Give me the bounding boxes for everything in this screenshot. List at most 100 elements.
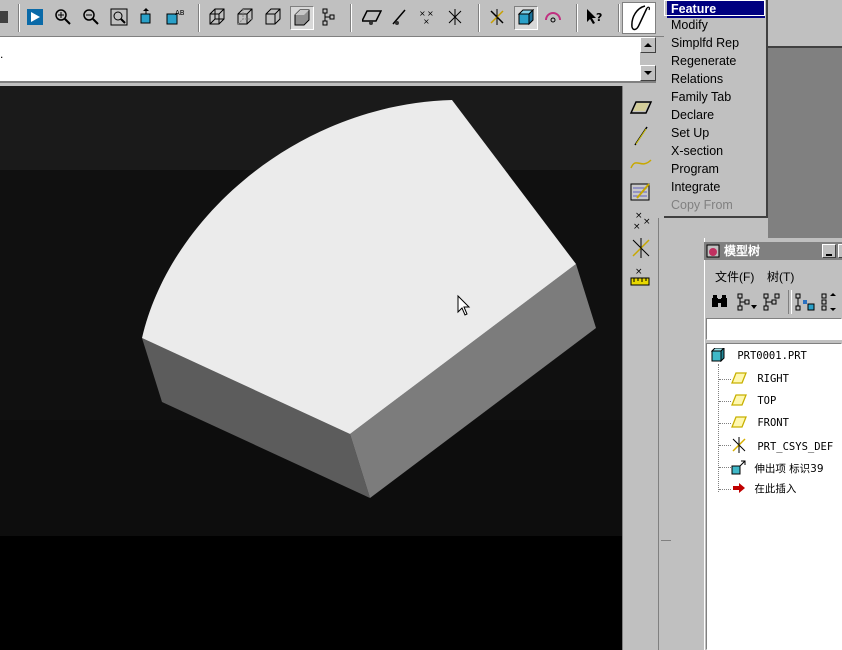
expand-collapse-icon[interactable] xyxy=(820,292,840,312)
toolbar-separator xyxy=(18,4,20,32)
model-tree-title: 模型树 xyxy=(724,244,761,258)
tree-connector xyxy=(718,364,719,492)
menu-item-set-up[interactable]: Set Up xyxy=(667,124,765,142)
datum-plane-icon xyxy=(731,372,747,384)
tree-connector xyxy=(719,401,731,402)
tree-settings-icon[interactable] xyxy=(736,292,758,312)
svg-text:AB: AB xyxy=(175,9,184,17)
message-text: . xyxy=(0,47,4,61)
tree-node-right[interactable]: RIGHT xyxy=(731,371,789,387)
insert-here-icon xyxy=(733,483,745,493)
datum-toolbar: × × × × xyxy=(622,86,658,650)
tree-node-root[interactable]: PRT0001.PRT xyxy=(710,346,807,364)
menu-item-relations[interactable]: Relations xyxy=(667,70,765,88)
datum-axes-icon[interactable] xyxy=(388,6,412,30)
svg-text:×: × xyxy=(635,267,643,277)
model-tree-icon[interactable] xyxy=(318,6,342,30)
model-tree-menubar: 文件(F) 树(T) xyxy=(704,264,842,286)
partial-toolbar-button[interactable] xyxy=(0,6,16,30)
menu-manager: Feature Modify Simplfd Rep Regenerate Re… xyxy=(664,0,768,218)
tree-connector xyxy=(719,445,731,446)
csys-icon xyxy=(732,437,746,453)
menu-item-simplfd-rep[interactable]: Simplfd Rep xyxy=(667,34,765,52)
maximize-button[interactable] xyxy=(838,244,842,258)
find-binoculars-icon[interactable] xyxy=(710,292,730,312)
analysis-tool-icon[interactable]: × xyxy=(629,264,653,288)
show-columns-icon[interactable] xyxy=(762,292,782,312)
tree-connector xyxy=(719,467,731,468)
wireframe-icon[interactable] xyxy=(206,6,230,30)
menu-item-family-tab[interactable]: Family Tab xyxy=(667,88,765,106)
tree-filter-icon[interactable] xyxy=(794,292,816,312)
tree-node-insert-here[interactable]: 在此插入 xyxy=(731,481,796,497)
spin-center-icon[interactable] xyxy=(486,6,510,30)
coordinate-systems-icon[interactable] xyxy=(444,6,468,30)
saved-views-icon[interactable]: AB xyxy=(164,6,188,30)
datum-curve-tool-icon[interactable] xyxy=(629,152,653,176)
datum-point-tool-icon[interactable]: × × × xyxy=(629,208,653,232)
svg-text:×: × xyxy=(633,222,641,232)
protrusion-icon xyxy=(731,460,746,475)
spin-box-icon[interactable] xyxy=(514,6,538,30)
toolbar-separator xyxy=(618,4,620,32)
svg-text:?: ? xyxy=(596,11,602,24)
pro-engineer-logo xyxy=(622,2,656,34)
toolbar-separator xyxy=(576,4,578,32)
tree-connector xyxy=(719,489,731,490)
coordinate-system-tool-icon[interactable] xyxy=(629,236,653,260)
model-tree-app-icon xyxy=(706,243,722,264)
refit-icon[interactable] xyxy=(108,6,132,30)
scroll-up-button[interactable] xyxy=(640,37,656,53)
zoom-out-icon[interactable] xyxy=(80,6,104,30)
model-tree-titlebar[interactable]: 模型树 xyxy=(704,242,842,260)
datum-plane-icon xyxy=(731,394,747,406)
message-area: . xyxy=(0,37,656,83)
hidden-line-icon[interactable] xyxy=(234,6,258,30)
shading-icon[interactable] xyxy=(290,6,314,30)
menu-tree[interactable]: 树(T) xyxy=(767,268,794,285)
background-panel xyxy=(768,48,842,238)
datum-axis-tool-icon[interactable] xyxy=(629,124,653,148)
model-tree-search-field[interactable] xyxy=(706,318,842,340)
tree-node-front[interactable]: FRONT xyxy=(731,415,789,431)
tree-connector xyxy=(719,379,731,380)
svg-text:×: × xyxy=(635,211,643,221)
zoom-in-icon[interactable] xyxy=(52,6,76,30)
regenerate-icon[interactable] xyxy=(24,6,48,30)
panel-divider xyxy=(768,46,842,48)
orient-icon[interactable] xyxy=(136,6,160,30)
datum-points-icon[interactable]: × × × xyxy=(416,6,440,30)
model-tree-toolbar xyxy=(704,288,842,316)
sketch-tool-icon[interactable] xyxy=(629,180,653,204)
toolbar-separator xyxy=(350,4,352,32)
menu-item-x-section[interactable]: X-section xyxy=(667,142,765,160)
graphics-window[interactable] xyxy=(0,86,622,650)
menu-item-program[interactable]: Program xyxy=(667,160,765,178)
toolbar-separator xyxy=(198,4,200,32)
model-viewport[interactable] xyxy=(0,86,622,650)
datum-planes-icon[interactable] xyxy=(360,6,384,30)
tree-node-csys[interactable]: PRT_CSYS_DEF xyxy=(731,437,833,453)
menu-item-regenerate[interactable]: Regenerate xyxy=(667,52,765,70)
toolbar-separator xyxy=(478,4,480,32)
svg-text:×: × xyxy=(423,17,430,26)
context-help-icon[interactable]: ? xyxy=(584,6,608,30)
menu-item-modify[interactable]: Modify xyxy=(667,16,765,34)
message-scrollbar[interactable] xyxy=(640,37,656,81)
model-tree-list: PRT0001.PRT RIGHT TOP FRONT PRT_CSYS_DEF… xyxy=(706,343,842,650)
svg-text:×: × xyxy=(643,217,651,227)
spin-rotate-icon[interactable] xyxy=(542,6,566,30)
background-panel xyxy=(768,0,842,48)
tree-node-top[interactable]: TOP xyxy=(731,393,776,409)
menu-file[interactable]: 文件(F) xyxy=(715,268,754,285)
tree-node-protrusion[interactable]: 伸出项 标识39 xyxy=(731,459,824,475)
menu-item-integrate[interactable]: Integrate xyxy=(667,178,765,196)
no-hidden-icon[interactable] xyxy=(262,6,286,30)
menu-item-declare[interactable]: Declare xyxy=(667,106,765,124)
scroll-down-button[interactable] xyxy=(640,65,656,81)
tree-connector xyxy=(719,423,731,424)
datum-plane-tool-icon[interactable] xyxy=(629,96,653,120)
toolbar-separator xyxy=(788,290,792,314)
datum-plane-icon xyxy=(731,416,747,428)
minimize-button[interactable] xyxy=(822,244,836,258)
